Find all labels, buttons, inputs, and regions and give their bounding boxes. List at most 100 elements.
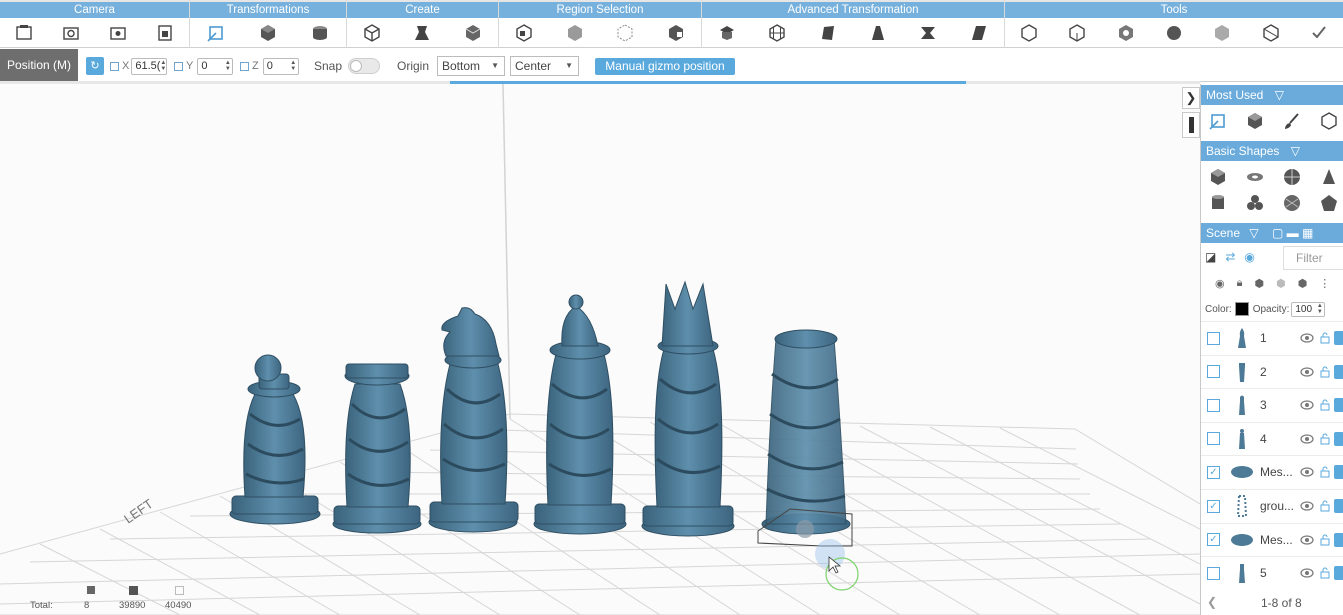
- cube-icon[interactable]: [1207, 166, 1229, 188]
- polyhedron-icon[interactable]: [1318, 192, 1340, 214]
- scene-item-checkbox[interactable]: [1207, 331, 1220, 345]
- manual-gizmo-button[interactable]: Manual gizmo position: [595, 58, 735, 75]
- align-select[interactable]: Center ▼: [510, 56, 579, 76]
- eye-icon[interactable]: ◉: [1215, 277, 1225, 293]
- advanced-hollow-icon[interactable]: [714, 20, 740, 46]
- panel-scroll-handle[interactable]: [1182, 112, 1200, 138]
- z-input[interactable]: 0 ▲ ▼: [262, 57, 299, 75]
- tools-repair-icon[interactable]: [1113, 20, 1139, 46]
- filter-funnel-icon[interactable]: ▽: [1291, 144, 1300, 158]
- create-extrude-icon[interactable]: [409, 20, 435, 46]
- item-color-tag[interactable]: [1334, 465, 1343, 480]
- cone-icon[interactable]: [1318, 166, 1340, 188]
- item-color-tag[interactable]: [1334, 431, 1343, 446]
- geosphere-icon[interactable]: [1281, 192, 1303, 214]
- cube-outline-icon[interactable]: [1318, 110, 1340, 132]
- group-icon[interactable]: ◪: [1205, 250, 1216, 268]
- scene-filter-input[interactable]: Filter: [1283, 246, 1343, 270]
- scene-header[interactable]: Scene ▽ ▢ ▬ ▦: [1201, 223, 1343, 243]
- filter-funnel-icon[interactable]: ▽: [1275, 88, 1284, 102]
- tools-check-icon[interactable]: [1306, 20, 1332, 46]
- gizmo-handle[interactable]: [796, 520, 814, 538]
- advanced-bend-icon[interactable]: [915, 20, 941, 46]
- filter-funnel-icon[interactable]: ▽: [1249, 226, 1258, 240]
- more-icon[interactable]: ⋮: [1319, 277, 1330, 293]
- camera-save-icon[interactable]: [11, 20, 37, 46]
- select-region-icon[interactable]: [511, 20, 537, 46]
- item-color-tag[interactable]: [1334, 532, 1343, 547]
- lock-icon[interactable]: [1320, 399, 1330, 411]
- snap-toggle[interactable]: [348, 58, 380, 74]
- eye-icon[interactable]: [1300, 500, 1314, 512]
- scene-item-row[interactable]: ✓ Mes...: [1201, 455, 1343, 488]
- advanced-skew-icon[interactable]: [966, 20, 992, 46]
- lock-icon[interactable]: [1320, 366, 1330, 378]
- item-color-tag[interactable]: [1334, 364, 1343, 379]
- box-icon[interactable]: [1244, 110, 1266, 132]
- lock-icon[interactable]: [1320, 534, 1330, 546]
- item-color-tag[interactable]: [1334, 499, 1343, 513]
- chess-piece-selected[interactable]: [761, 329, 851, 535]
- opacity-input[interactable]: 100 ▲ ▼: [1291, 301, 1326, 317]
- tools-split-icon[interactable]: [1258, 20, 1284, 46]
- eye-icon[interactable]: [1300, 466, 1314, 478]
- chess-rook[interactable]: [332, 363, 422, 534]
- x-lock-checkbox[interactable]: [110, 61, 119, 71]
- advanced-lattice-icon[interactable]: [764, 20, 790, 46]
- prev-page-icon[interactable]: ❮: [1207, 595, 1217, 609]
- brush-icon[interactable]: [1281, 110, 1303, 132]
- reset-icon[interactable]: ↻: [86, 57, 104, 75]
- torus-icon[interactable]: [1244, 166, 1266, 188]
- eye-icon[interactable]: [1300, 433, 1314, 445]
- lock-icon[interactable]: [1320, 466, 1330, 478]
- shade-icon[interactable]: ⬢: [1298, 277, 1308, 293]
- camera-fit-icon[interactable]: [105, 20, 131, 46]
- cylinder-icon[interactable]: [1207, 192, 1229, 214]
- scene-item-checkbox[interactable]: [1207, 398, 1220, 412]
- collapse-panel-icon[interactable]: ❯: [1182, 87, 1200, 109]
- scene-item-row[interactable]: 5: [1201, 556, 1343, 589]
- tools-sphere-icon[interactable]: [1161, 20, 1187, 46]
- y-stepper-icon[interactable]: ▲ ▼: [223, 60, 232, 72]
- select-separate-icon[interactable]: [663, 20, 689, 46]
- lock-icon[interactable]: [1320, 433, 1330, 445]
- spheres-icon[interactable]: [1244, 192, 1266, 214]
- scene-item-row[interactable]: 2: [1201, 354, 1343, 388]
- eye-icon[interactable]: [1300, 534, 1314, 546]
- scene-item-checkbox[interactable]: ✓: [1207, 533, 1220, 547]
- camera-view-icon[interactable]: [152, 20, 178, 46]
- opacity-stepper-icon[interactable]: ▲ ▼: [1315, 303, 1324, 315]
- lock-icon[interactable]: [1320, 332, 1330, 344]
- z-lock-checkbox[interactable]: [240, 61, 249, 71]
- y-input[interactable]: 0 ▲ ▼: [197, 57, 234, 75]
- move-tool-icon[interactable]: [203, 20, 229, 46]
- chess-bishop[interactable]: [533, 294, 627, 535]
- x-stepper-icon[interactable]: ▲ ▼: [160, 60, 166, 72]
- scene-item-checkbox[interactable]: [1207, 566, 1220, 580]
- scene-item-row[interactable]: 1: [1201, 321, 1343, 354]
- eye-icon[interactable]: [1300, 366, 1314, 378]
- item-color-tag[interactable]: [1334, 398, 1343, 413]
- tools-measure-icon[interactable]: [1016, 20, 1042, 46]
- eye-icon[interactable]: [1300, 399, 1314, 411]
- color-swatch[interactable]: [1234, 302, 1249, 316]
- x-input[interactable]: 61.5( ▲ ▼: [131, 57, 168, 75]
- select-wire-icon[interactable]: [612, 20, 638, 46]
- create-solid-icon[interactable]: [460, 20, 486, 46]
- eye-icon[interactable]: [1300, 332, 1314, 344]
- chess-pawn[interactable]: [229, 354, 321, 525]
- scene-item-checkbox[interactable]: [1207, 432, 1220, 446]
- lock-icon[interactable]: [1320, 500, 1330, 512]
- sphere-icon[interactable]: [1281, 166, 1303, 188]
- solid-icon[interactable]: ⬢: [1254, 277, 1264, 293]
- visibility-icon[interactable]: ◉: [1244, 250, 1254, 268]
- rotate-tool-icon[interactable]: [255, 20, 281, 46]
- 3d-viewport[interactable]: LEFT: [0, 84, 1200, 615]
- scale-tool-icon[interactable]: [307, 20, 333, 46]
- scene-item-row[interactable]: 3: [1201, 388, 1343, 421]
- eye-icon[interactable]: [1300, 567, 1314, 579]
- lock-icon[interactable]: 🔒︎: [1237, 277, 1243, 293]
- lock-icon[interactable]: [1320, 567, 1330, 579]
- advanced-taper-icon[interactable]: [865, 20, 891, 46]
- y-lock-checkbox[interactable]: [174, 61, 183, 71]
